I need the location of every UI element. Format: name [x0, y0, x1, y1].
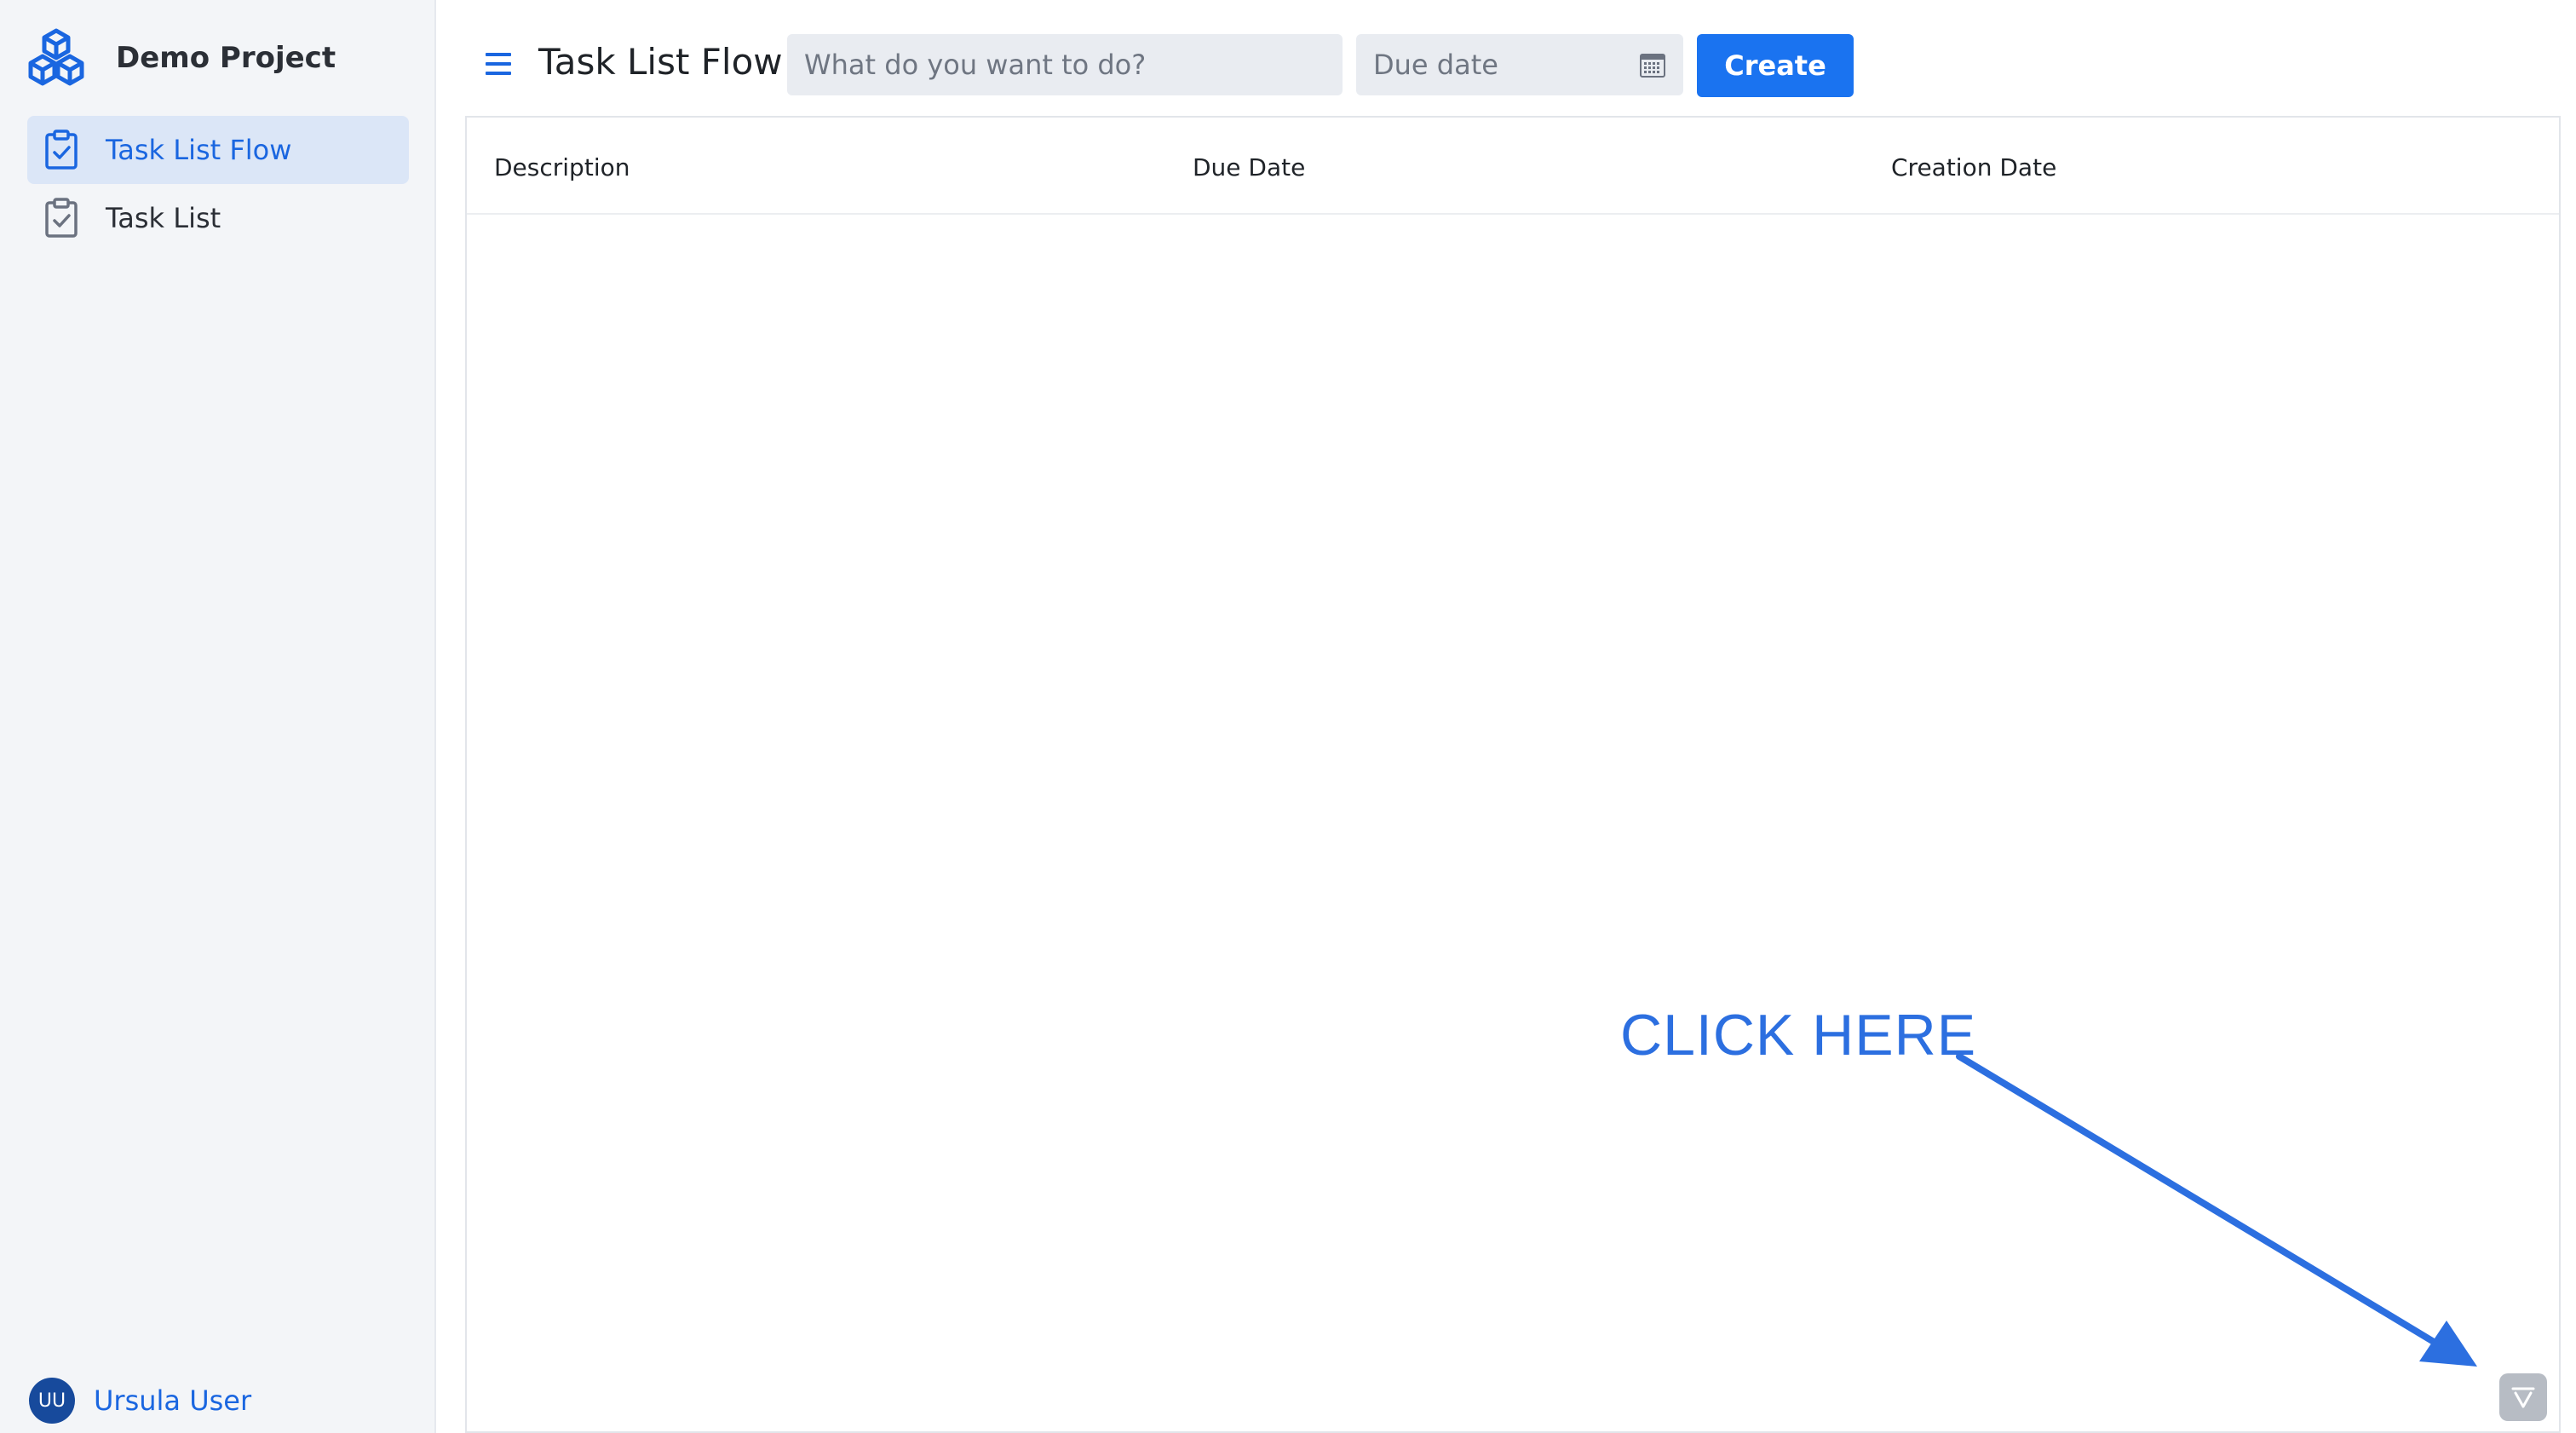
sidebar-item-task-list[interactable]: Task List	[27, 184, 409, 252]
column-header-creation-date[interactable]: Creation Date	[1891, 153, 2056, 181]
vaadin-devtools-icon	[2511, 1387, 2535, 1408]
app-root: Demo Project Task List Flow Task List UU…	[0, 0, 2576, 1433]
sidebar: Demo Project Task List Flow Task List UU…	[0, 0, 436, 1433]
sidebar-item-task-list-flow[interactable]: Task List Flow	[27, 116, 409, 184]
grid-header: Description Due Date Creation Date	[467, 118, 2559, 215]
sidebar-item-label: Task List	[106, 202, 221, 234]
column-header-due-date[interactable]: Due Date	[1193, 153, 1305, 181]
menu-bar	[486, 62, 511, 66]
task-grid: Description Due Date Creation Date	[465, 116, 2561, 1433]
due-date-picker	[1356, 34, 1683, 95]
user-name: Ursula User	[94, 1384, 252, 1417]
calendar-icon[interactable]	[1639, 51, 1666, 78]
clipboard-check-icon	[45, 198, 78, 238]
menu-toggle-icon[interactable]	[486, 53, 511, 75]
menu-bar	[486, 53, 511, 56]
cubes-logo-icon	[28, 28, 84, 86]
header: Task List Flow Create	[436, 0, 2576, 116]
dev-tools-toggle-button[interactable]	[2499, 1373, 2547, 1421]
task-description-input[interactable]	[787, 34, 1343, 95]
column-header-description[interactable]: Description	[494, 153, 630, 181]
user-menu[interactable]: UU Ursula User	[29, 1377, 251, 1424]
create-button[interactable]: Create	[1697, 34, 1854, 97]
menu-bar	[486, 72, 511, 75]
annotation-click-here: CLICK HERE	[1620, 1003, 1977, 1068]
clipboard-check-icon	[45, 129, 78, 170]
page-title: Task List Flow	[538, 41, 783, 83]
due-date-input[interactable]	[1356, 34, 1683, 95]
avatar: UU	[29, 1378, 75, 1424]
sidebar-item-label: Task List Flow	[106, 134, 292, 166]
brand[interactable]: Demo Project	[24, 26, 336, 90]
brand-title: Demo Project	[116, 41, 336, 75]
